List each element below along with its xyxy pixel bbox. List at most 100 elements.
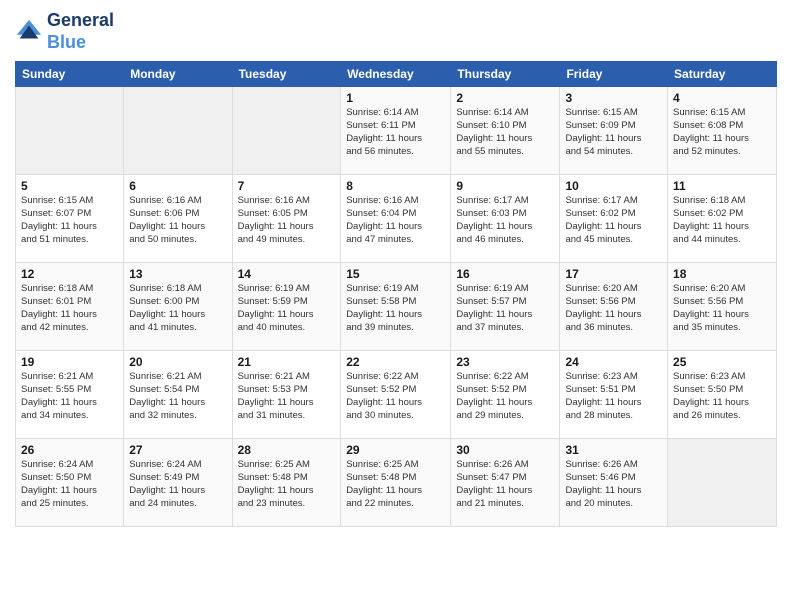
day-cell <box>124 87 232 175</box>
day-info: Sunrise: 6:19 AM Sunset: 5:58 PM Dayligh… <box>346 283 445 334</box>
week-row-5: 26 Sunrise: 6:24 AM Sunset: 5:50 PM Dayli… <box>16 439 777 527</box>
weekday-header-tuesday: Tuesday <box>232 62 341 87</box>
day-number: 5 <box>21 179 118 193</box>
day-number: 13 <box>129 267 226 281</box>
day-number: 15 <box>346 267 445 281</box>
day-cell: 26 Sunrise: 6:24 AM Sunset: 5:50 PM Dayli… <box>16 439 124 527</box>
day-info: Sunrise: 6:14 AM Sunset: 6:11 PM Dayligh… <box>346 107 445 158</box>
day-number: 25 <box>673 355 771 369</box>
day-number: 1 <box>346 91 445 105</box>
day-cell: 3 Sunrise: 6:15 AM Sunset: 6:09 PM Daylig… <box>560 87 668 175</box>
weekday-header-saturday: Saturday <box>668 62 777 87</box>
day-cell: 23Sunrise: 6:22 AM Sunset: 5:52 PM Dayli… <box>451 351 560 439</box>
day-number: 26 <box>21 443 118 457</box>
day-info: Sunrise: 6:20 AM Sunset: 5:56 PM Dayligh… <box>673 283 771 334</box>
day-cell: 10Sunrise: 6:17 AM Sunset: 6:02 PM Dayli… <box>560 175 668 263</box>
day-cell: 5 Sunrise: 6:15 AM Sunset: 6:07 PM Daylig… <box>16 175 124 263</box>
day-info: Sunrise: 6:24 AM Sunset: 5:50 PM Dayligh… <box>21 459 118 510</box>
day-number: 28 <box>238 443 336 457</box>
day-info: Sunrise: 6:25 AM Sunset: 5:48 PM Dayligh… <box>238 459 336 510</box>
day-info: Sunrise: 6:18 AM Sunset: 6:02 PM Dayligh… <box>673 195 771 246</box>
day-info: Sunrise: 6:24 AM Sunset: 5:49 PM Dayligh… <box>129 459 226 510</box>
week-row-1: 1 Sunrise: 6:14 AM Sunset: 6:11 PM Daylig… <box>16 87 777 175</box>
day-number: 17 <box>565 267 662 281</box>
day-number: 7 <box>238 179 336 193</box>
day-info: Sunrise: 6:19 AM Sunset: 5:57 PM Dayligh… <box>456 283 554 334</box>
day-cell: 24Sunrise: 6:23 AM Sunset: 5:51 PM Dayli… <box>560 351 668 439</box>
day-number: 31 <box>565 443 662 457</box>
weekday-header-wednesday: Wednesday <box>341 62 451 87</box>
day-cell: 19 Sunrise: 6:21 AM Sunset: 5:55 PM Dayli… <box>16 351 124 439</box>
day-number: 19 <box>21 355 118 369</box>
day-info: Sunrise: 6:15 AM Sunset: 6:09 PM Dayligh… <box>565 107 662 158</box>
day-cell: 15 Sunrise: 6:19 AM Sunset: 5:58 PM Dayli… <box>341 263 451 351</box>
week-row-2: 5 Sunrise: 6:15 AM Sunset: 6:07 PM Daylig… <box>16 175 777 263</box>
week-row-4: 19 Sunrise: 6:21 AM Sunset: 5:55 PM Dayli… <box>16 351 777 439</box>
day-number: 29 <box>346 443 445 457</box>
header: General Blue <box>15 10 777 53</box>
day-cell: 14Sunrise: 6:19 AM Sunset: 5:59 PM Dayli… <box>232 263 341 351</box>
weekday-header-row: SundayMondayTuesdayWednesdayThursdayFrid… <box>16 62 777 87</box>
day-number: 24 <box>565 355 662 369</box>
day-number: 12 <box>21 267 118 281</box>
weekday-header-thursday: Thursday <box>451 62 560 87</box>
day-cell: 12 Sunrise: 6:18 AM Sunset: 6:01 PM Dayli… <box>16 263 124 351</box>
day-cell: 28 Sunrise: 6:25 AM Sunset: 5:48 PM Dayli… <box>232 439 341 527</box>
day-number: 3 <box>565 91 662 105</box>
day-cell: 17 Sunrise: 6:20 AM Sunset: 5:56 PM Dayli… <box>560 263 668 351</box>
day-number: 16 <box>456 267 554 281</box>
day-cell: 30 Sunrise: 6:26 AM Sunset: 5:47 PM Dayli… <box>451 439 560 527</box>
logo: General Blue <box>15 10 114 53</box>
day-cell: 25Sunrise: 6:23 AM Sunset: 5:50 PM Dayli… <box>668 351 777 439</box>
day-cell: 2Sunrise: 6:14 AM Sunset: 6:10 PM Daylig… <box>451 87 560 175</box>
day-cell: 4Sunrise: 6:15 AM Sunset: 6:08 PM Daylig… <box>668 87 777 175</box>
day-cell: 16 Sunrise: 6:19 AM Sunset: 5:57 PM Dayli… <box>451 263 560 351</box>
day-cell: 6Sunrise: 6:16 AM Sunset: 6:06 PM Daylig… <box>124 175 232 263</box>
logo-icon <box>15 18 43 46</box>
day-info: Sunrise: 6:21 AM Sunset: 5:53 PM Dayligh… <box>238 371 336 422</box>
weekday-header-friday: Friday <box>560 62 668 87</box>
page-container: General Blue SundayMondayTuesdayWednesda… <box>0 0 792 612</box>
day-info: Sunrise: 6:15 AM Sunset: 6:08 PM Dayligh… <box>673 107 771 158</box>
weekday-header-monday: Monday <box>124 62 232 87</box>
day-info: Sunrise: 6:18 AM Sunset: 6:00 PM Dayligh… <box>129 283 226 334</box>
day-number: 2 <box>456 91 554 105</box>
day-cell: 21 Sunrise: 6:21 AM Sunset: 5:53 PM Dayli… <box>232 351 341 439</box>
day-cell: 9 Sunrise: 6:17 AM Sunset: 6:03 PM Daylig… <box>451 175 560 263</box>
day-info: Sunrise: 6:16 AM Sunset: 6:04 PM Dayligh… <box>346 195 445 246</box>
day-number: 21 <box>238 355 336 369</box>
day-info: Sunrise: 6:16 AM Sunset: 6:06 PM Dayligh… <box>129 195 226 246</box>
day-info: Sunrise: 6:19 AM Sunset: 5:59 PM Dayligh… <box>238 283 336 334</box>
day-cell: 11 Sunrise: 6:18 AM Sunset: 6:02 PM Dayli… <box>668 175 777 263</box>
day-info: Sunrise: 6:22 AM Sunset: 5:52 PM Dayligh… <box>346 371 445 422</box>
calendar-table: SundayMondayTuesdayWednesdayThursdayFrid… <box>15 61 777 527</box>
day-cell: 31Sunrise: 6:26 AM Sunset: 5:46 PM Dayli… <box>560 439 668 527</box>
day-number: 18 <box>673 267 771 281</box>
day-cell: 8 Sunrise: 6:16 AM Sunset: 6:04 PM Daylig… <box>341 175 451 263</box>
day-cell <box>232 87 341 175</box>
day-info: Sunrise: 6:25 AM Sunset: 5:48 PM Dayligh… <box>346 459 445 510</box>
day-cell <box>668 439 777 527</box>
day-cell: 27Sunrise: 6:24 AM Sunset: 5:49 PM Dayli… <box>124 439 232 527</box>
day-info: Sunrise: 6:21 AM Sunset: 5:54 PM Dayligh… <box>129 371 226 422</box>
day-cell: 29 Sunrise: 6:25 AM Sunset: 5:48 PM Dayli… <box>341 439 451 527</box>
day-cell: 13 Sunrise: 6:18 AM Sunset: 6:00 PM Dayli… <box>124 263 232 351</box>
day-cell: 1 Sunrise: 6:14 AM Sunset: 6:11 PM Daylig… <box>341 87 451 175</box>
day-cell <box>16 87 124 175</box>
day-number: 30 <box>456 443 554 457</box>
day-info: Sunrise: 6:20 AM Sunset: 5:56 PM Dayligh… <box>565 283 662 334</box>
day-number: 23 <box>456 355 554 369</box>
day-info: Sunrise: 6:17 AM Sunset: 6:02 PM Dayligh… <box>565 195 662 246</box>
day-number: 8 <box>346 179 445 193</box>
logo-text: General Blue <box>47 10 114 53</box>
day-info: Sunrise: 6:15 AM Sunset: 6:07 PM Dayligh… <box>21 195 118 246</box>
day-info: Sunrise: 6:16 AM Sunset: 6:05 PM Dayligh… <box>238 195 336 246</box>
day-info: Sunrise: 6:26 AM Sunset: 5:47 PM Dayligh… <box>456 459 554 510</box>
day-info: Sunrise: 6:18 AM Sunset: 6:01 PM Dayligh… <box>21 283 118 334</box>
day-number: 11 <box>673 179 771 193</box>
day-info: Sunrise: 6:21 AM Sunset: 5:55 PM Dayligh… <box>21 371 118 422</box>
day-info: Sunrise: 6:17 AM Sunset: 6:03 PM Dayligh… <box>456 195 554 246</box>
day-number: 9 <box>456 179 554 193</box>
day-cell: 20Sunrise: 6:21 AM Sunset: 5:54 PM Dayli… <box>124 351 232 439</box>
day-cell: 7 Sunrise: 6:16 AM Sunset: 6:05 PM Daylig… <box>232 175 341 263</box>
